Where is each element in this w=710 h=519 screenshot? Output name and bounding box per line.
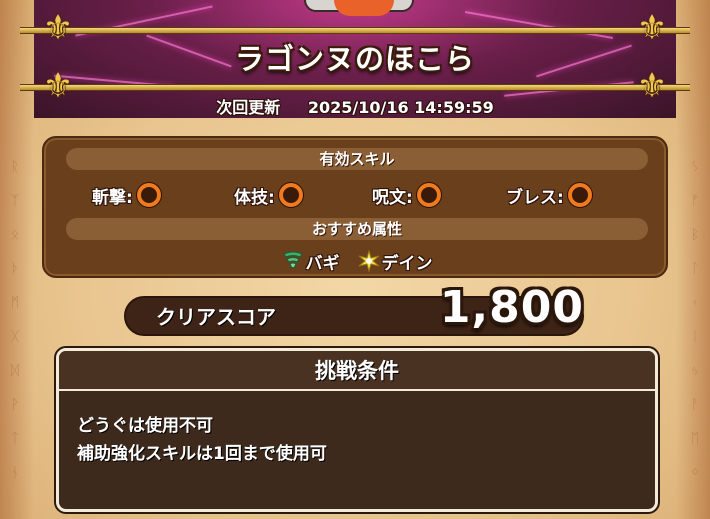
circle-mark-icon	[136, 183, 161, 207]
recommended-attributes-heading: おすすめ属性	[66, 218, 648, 240]
right-rune-column: ᛊᚠᛒᛚᚲᛁᛃᚨᛖᛜ	[690, 159, 700, 481]
circle-mark-icon	[567, 183, 592, 207]
skill-spell: 呪文:	[372, 180, 441, 210]
recommended-attributes-row: バギ デイン	[44, 248, 670, 274]
banner-top-rail	[20, 27, 690, 34]
banner-bottom-rail	[20, 84, 690, 91]
lightning-burst-icon	[358, 250, 379, 272]
next-update-label: 次回更新	[216, 98, 281, 117]
next-update: 次回更新 2025/10/16 14:59:59	[0, 94, 710, 118]
skill-breath: ブレス:	[506, 180, 592, 210]
left-rune-column: ᚱᛉᛟᚦᛗᚷᛞᚹᛏᚾ	[10, 159, 20, 481]
next-update-value: 2025/10/16 14:59:59	[307, 98, 494, 117]
condition-item: 補助強化スキルは1回まで使用可	[77, 444, 327, 464]
circle-mark-icon	[278, 183, 303, 207]
clear-score-value: 1,800	[439, 282, 584, 333]
circle-mark-icon	[416, 183, 441, 207]
attribute-label: バギ	[305, 253, 340, 274]
effective-skills-heading: 有効スキル	[66, 148, 648, 170]
clear-score-label: クリアスコア	[156, 305, 276, 329]
monster-image-accent	[334, 0, 394, 16]
skill-label: 体技:	[234, 187, 275, 208]
tornado-icon	[282, 251, 303, 269]
skill-label: 呪文:	[372, 187, 413, 208]
challenge-conditions-heading: 挑戦条件	[59, 351, 655, 391]
attribute-wind: バギ	[282, 249, 340, 274]
info-panel: 有効スキル 斬撃: 体技: 呪文: ブレス: おすすめ属性 バギ デイン	[42, 136, 668, 278]
skill-slash: 斬撃:	[92, 180, 161, 210]
dungeon-title: ラゴンヌのほこら	[234, 42, 475, 76]
skill-label: 斬撃:	[92, 187, 133, 208]
attribute-lightning: デイン	[358, 249, 433, 274]
skill-martial: 体技:	[234, 180, 303, 210]
skill-label: ブレス:	[506, 187, 564, 208]
challenge-conditions-box: 挑戦条件 どうぐは使用不可 補助強化スキルは1回まで使用可	[56, 348, 658, 512]
effective-skills-row: 斬撃: 体技: 呪文: ブレス:	[44, 180, 670, 210]
condition-item: どうぐは使用不可	[77, 416, 213, 436]
attribute-label: デイン	[381, 253, 433, 274]
